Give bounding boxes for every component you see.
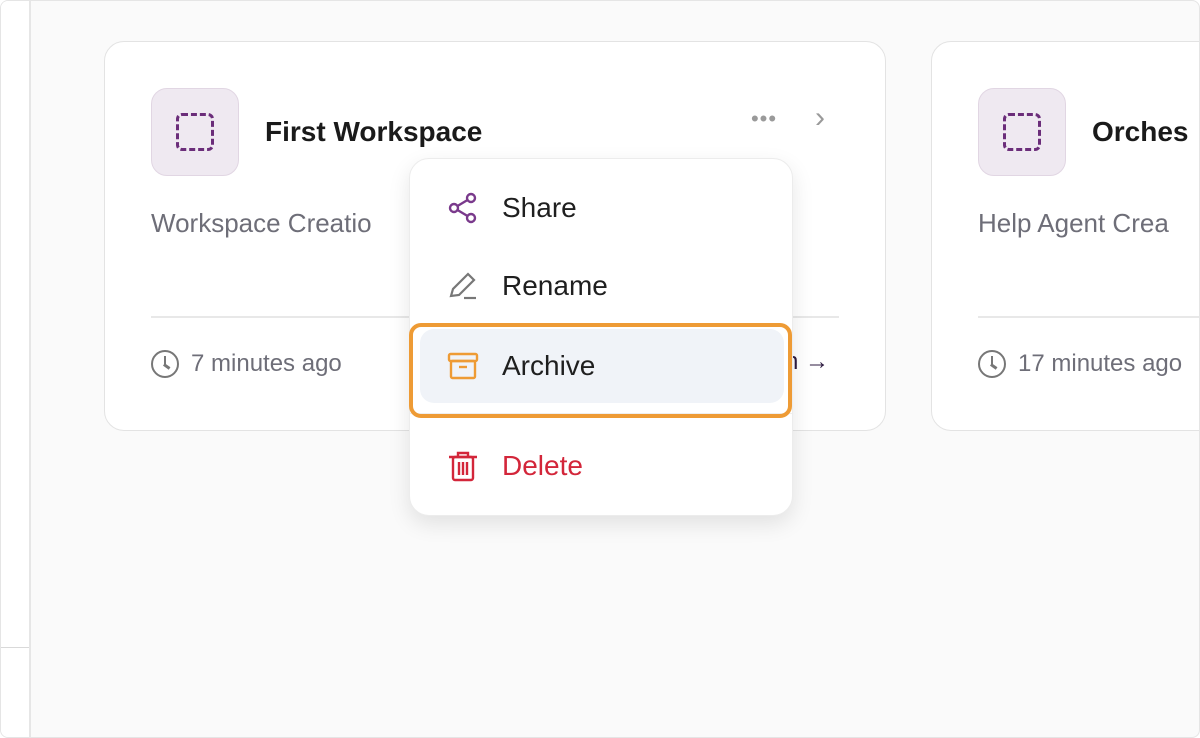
archive-icon	[447, 352, 479, 380]
workspace-description: Workspace Creatio	[151, 208, 372, 238]
menu-item-label: Archive	[502, 350, 596, 381]
menu-item-delete[interactable]: Delete	[420, 429, 784, 503]
left-sidebar	[1, 1, 31, 737]
menu-item-label: Rename	[502, 270, 608, 301]
workspace-description: Help Agent Crea	[978, 208, 1169, 238]
sidebar-divider	[1, 647, 29, 648]
app-frame: First Workspace ••• › Workspace Creatio …	[0, 0, 1200, 738]
dashed-square-icon	[1003, 113, 1041, 151]
clock-icon	[978, 350, 1006, 378]
workspace-card[interactable]: Orches Help Agent Crea 17 minutes ago	[931, 41, 1199, 431]
share-icon	[448, 192, 477, 224]
workspace-context-menu: Share Rename Archive Delete	[409, 158, 793, 516]
workspace-title: First Workspace	[265, 116, 483, 147]
last-updated-text: 7 minutes ago	[191, 350, 342, 377]
menu-item-rename[interactable]: Rename	[420, 249, 784, 323]
clock-icon	[151, 350, 179, 378]
workspace-title: Orches	[1092, 116, 1189, 147]
more-options-button[interactable]: •••	[741, 104, 787, 134]
last-updated: 7 minutes ago	[151, 348, 342, 380]
menu-separator	[410, 413, 792, 414]
menu-item-label: Delete	[502, 450, 583, 481]
workspace-icon	[151, 88, 239, 176]
menu-item-share[interactable]: Share	[420, 171, 784, 245]
chevron-right-icon[interactable]: ›	[805, 103, 835, 134]
dashed-square-icon	[176, 113, 214, 151]
trash-icon	[449, 451, 477, 482]
workspace-icon	[978, 88, 1066, 176]
menu-item-label: Share	[502, 192, 577, 223]
pencil-icon	[449, 272, 476, 300]
menu-item-archive[interactable]: Archive	[420, 329, 784, 403]
card-divider	[978, 316, 1199, 318]
last-updated: 17 minutes ago	[978, 348, 1182, 380]
last-updated-text: 17 minutes ago	[1018, 350, 1183, 377]
